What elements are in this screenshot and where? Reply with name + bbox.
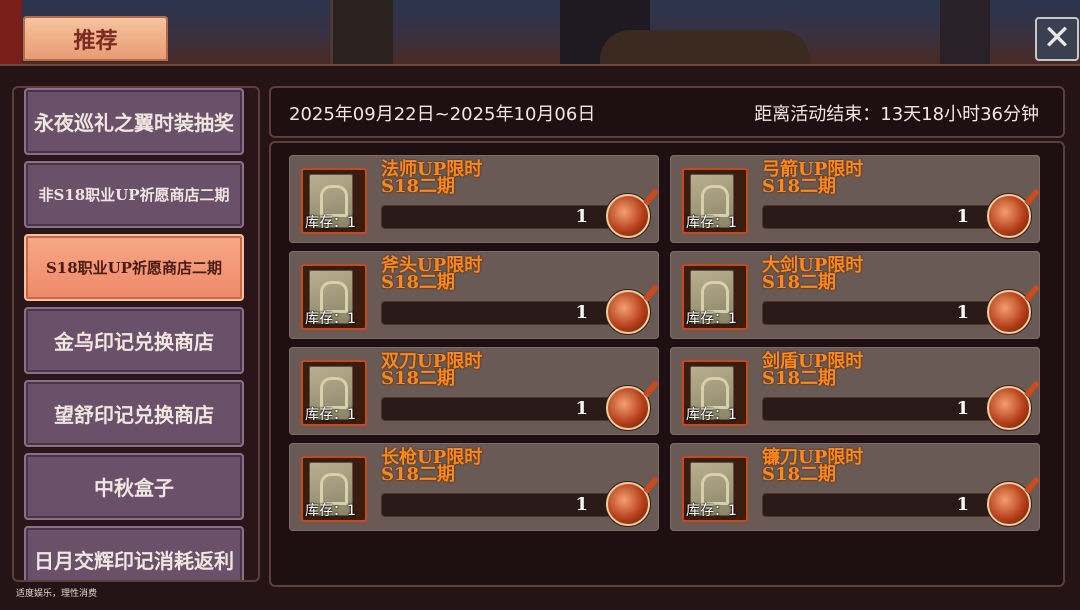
price-value: 1	[956, 206, 969, 227]
item-name: 剑盾UP限时 S18二期	[762, 351, 864, 389]
red-coin-icon	[987, 290, 1031, 334]
item-name: 大剑UP限时 S18二期	[762, 255, 864, 293]
buy-button[interactable]: 1	[762, 386, 1031, 430]
buy-button[interactable]: 1	[381, 290, 650, 334]
item-name: 弓箭UP限时 S18二期	[762, 159, 864, 197]
statue-decoration	[330, 0, 393, 66]
event-period-bar: 2025年09月22日~2025年10月06日 距离活动结束：13天18小时36…	[269, 86, 1065, 138]
shop-item-mage[interactable]: 库存：1 法师UP限时 S18二期 1	[289, 155, 659, 243]
sidebar[interactable]: 永夜巡礼之翼时装抽奖 非S18职业UP祈愿商店二期 S18职业UP祈愿商店二期 …	[12, 86, 260, 582]
shop-item-archer[interactable]: 库存：1 弓箭UP限时 S18二期 1	[670, 155, 1040, 243]
item-slot[interactable]: 库存：1	[682, 168, 748, 234]
stock-label: 库存：1	[686, 311, 737, 327]
lantern-decoration	[940, 0, 990, 66]
item-name: 长枪UP限时 S18二期	[381, 447, 483, 485]
sidebar-item-s18-shop[interactable]: S18职业UP祈愿商店二期	[24, 234, 244, 301]
close-button[interactable]: ✕	[1035, 17, 1079, 61]
item-slot[interactable]: 库存：1	[682, 456, 748, 522]
item-name: 斧头UP限时 S18二期	[381, 255, 483, 293]
buy-button[interactable]: 1	[381, 482, 650, 526]
sidebar-item-sun-moon-rebate[interactable]: 日月交辉印记消耗返利	[24, 526, 244, 580]
shop-item-greatsword[interactable]: 库存：1 大剑UP限时 S18二期 1	[670, 251, 1040, 339]
item-slot[interactable]: 库存：1	[301, 264, 367, 330]
item-name: 法师UP限时 S18二期	[381, 159, 483, 197]
stock-label: 库存：1	[305, 407, 356, 423]
shop-item-spear[interactable]: 库存：1 长枪UP限时 S18二期 1	[289, 443, 659, 531]
price-value: 1	[956, 494, 969, 515]
sidebar-item-midautumn-box[interactable]: 中秋盒子	[24, 453, 244, 520]
stock-label: 库存：1	[686, 503, 737, 519]
event-countdown: 距离活动结束：13天18小时36分钟	[754, 104, 1039, 125]
item-slot[interactable]: 库存：1	[301, 456, 367, 522]
price-value: 1	[575, 302, 588, 323]
stock-label: 库存：1	[686, 407, 737, 423]
price-value: 1	[575, 206, 588, 227]
item-name: 镰刀UP限时 S18二期	[762, 447, 864, 485]
red-coin-icon	[606, 482, 650, 526]
price-value: 1	[956, 302, 969, 323]
sidebar-item-wing-lottery[interactable]: 永夜巡礼之翼时装抽奖	[24, 88, 244, 155]
red-coin-icon	[606, 290, 650, 334]
item-slot[interactable]: 库存：1	[301, 360, 367, 426]
statue-base-decoration	[600, 30, 810, 66]
buy-button[interactable]: 1	[762, 194, 1031, 238]
item-slot[interactable]: 库存：1	[682, 264, 748, 330]
stock-label: 库存：1	[305, 503, 356, 519]
shop-item-sword-shield[interactable]: 库存：1 剑盾UP限时 S18二期 1	[670, 347, 1040, 435]
buy-button[interactable]: 1	[762, 290, 1031, 334]
buy-button[interactable]: 1	[381, 386, 650, 430]
sidebar-item-jinwu-shop[interactable]: 金乌印记兑换商店	[24, 307, 244, 374]
red-coin-icon	[987, 386, 1031, 430]
item-slot[interactable]: 库存：1	[682, 360, 748, 426]
buy-button[interactable]: 1	[381, 194, 650, 238]
close-icon: ✕	[1042, 18, 1072, 58]
shop-item-scythe[interactable]: 库存：1 镰刀UP限时 S18二期 1	[670, 443, 1040, 531]
price-value: 1	[575, 494, 588, 515]
item-slot[interactable]: 库存：1	[301, 168, 367, 234]
stock-label: 库存：1	[305, 311, 356, 327]
health-notice: 适度娱乐，理性消费	[16, 589, 98, 599]
tab-recommend[interactable]: 推荐	[23, 16, 168, 61]
red-coin-icon	[987, 194, 1031, 238]
price-value: 1	[575, 398, 588, 419]
item-name: 双刀UP限时 S18二期	[381, 351, 483, 389]
red-coin-icon	[606, 386, 650, 430]
sidebar-item-non-s18-shop[interactable]: 非S18职业UP祈愿商店二期	[24, 161, 244, 228]
red-coin-icon	[987, 482, 1031, 526]
shop-item-dual-blades[interactable]: 库存：1 双刀UP限时 S18二期 1	[289, 347, 659, 435]
stock-label: 库存：1	[686, 215, 737, 231]
sidebar-item-wangshu-shop[interactable]: 望舒印记兑换商店	[24, 380, 244, 447]
red-coin-icon	[606, 194, 650, 238]
buy-button[interactable]: 1	[762, 482, 1031, 526]
shop-item-axe[interactable]: 库存：1 斧头UP限时 S18二期 1	[289, 251, 659, 339]
price-value: 1	[956, 398, 969, 419]
stock-label: 库存：1	[305, 215, 356, 231]
event-dates: 2025年09月22日~2025年10月06日	[289, 104, 596, 125]
banner-decoration	[0, 0, 22, 66]
shop-grid: 库存：1 法师UP限时 S18二期 1 库存：1 弓箭UP限时 S18二期 1 库存…	[269, 141, 1065, 587]
